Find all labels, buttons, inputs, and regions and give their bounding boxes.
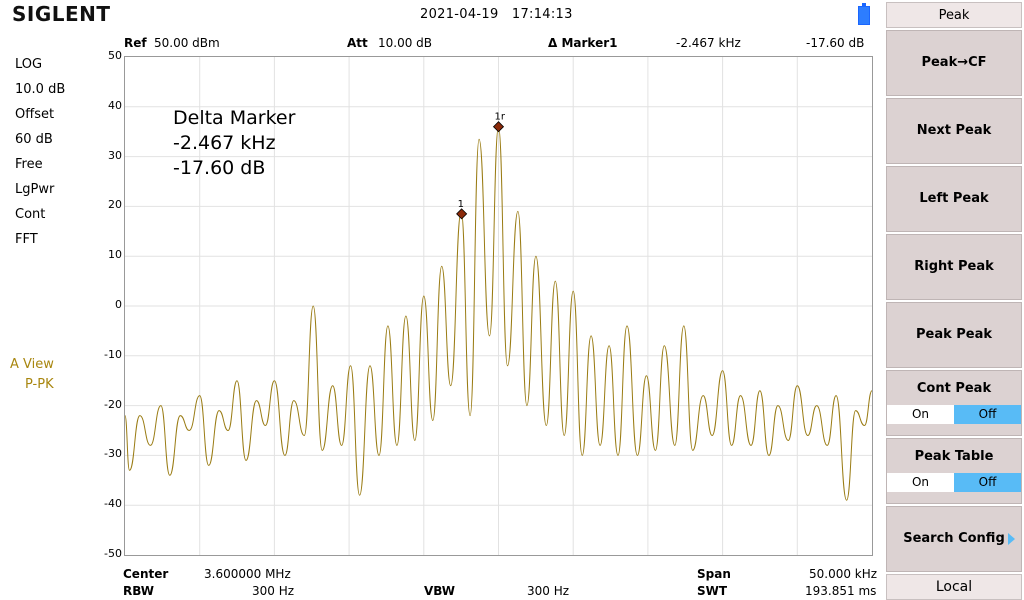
trigger-mode[interactable]: Free [15, 152, 65, 177]
peak-peak-button[interactable]: Peak Peak [886, 302, 1022, 368]
vbw-label: VBW [424, 584, 456, 598]
trace-info[interactable]: A View P-PK [10, 355, 54, 395]
y-tick-label: 40 [108, 98, 122, 112]
cont-peak-toggle[interactable]: On Off [887, 405, 1021, 424]
peak-to-cf-button[interactable]: Peak→CF [886, 30, 1022, 96]
offset-value[interactable]: 60 dB [15, 127, 65, 152]
local-button[interactable]: Local [886, 574, 1022, 600]
cont-peak-button[interactable]: Cont Peak On Off [886, 370, 1022, 436]
left-peak-label: Left Peak [919, 191, 989, 206]
cont-peak-on[interactable]: On [887, 405, 954, 424]
y-tick-label: 30 [108, 148, 122, 162]
peak-peak-label: Peak Peak [915, 327, 993, 342]
att-label: Att [347, 36, 368, 50]
marker-label: 1r [495, 112, 506, 123]
ref-value[interactable]: 50.00 dBm [154, 36, 220, 50]
marker-diamond-icon[interactable] [456, 208, 468, 220]
peak-table-on[interactable]: On [887, 473, 954, 492]
search-config-label: Search Config [903, 531, 1005, 546]
center-label: Center [123, 567, 169, 581]
trace-label: A View [10, 357, 54, 372]
left-peak-button[interactable]: Left Peak [886, 166, 1022, 232]
submenu-arrow-icon [1008, 533, 1015, 545]
peak-table-button[interactable]: Peak Table On Off [886, 438, 1022, 504]
scale-div[interactable]: 10.0 dB [15, 77, 65, 102]
swt-label: SWT [697, 584, 728, 598]
top-bar: SIGLENT 2021-04-19 17:14:13 [0, 0, 884, 30]
marker-freq: -2.467 kHz [676, 36, 741, 50]
offset-label: Offset [15, 107, 55, 122]
peak-to-cf-label: Peak→CF [921, 55, 987, 70]
softkey-panel: Peak Peak→CF Next Peak Left Peak Right P… [884, 0, 1024, 600]
next-peak-button[interactable]: Next Peak [886, 98, 1022, 164]
y-tick-label: -50 [104, 547, 122, 560]
rbw-value[interactable]: 300 Hz [252, 584, 294, 598]
peak-table-toggle[interactable]: On Off [887, 473, 1021, 492]
cont-peak-label: Cont Peak [916, 381, 992, 396]
span-value[interactable]: 50.000 kHz [809, 567, 877, 581]
y-tick-label: 0 [115, 298, 122, 311]
sweep-mode[interactable]: Cont [15, 202, 65, 227]
detector-type[interactable]: LgPwr [15, 177, 65, 202]
vbw-value[interactable]: 300 Hz [527, 584, 569, 598]
annotation-freq: -2.467 kHz [173, 132, 276, 154]
time: 17:14:13 [511, 7, 573, 22]
marker-amp: -17.60 dB [806, 36, 865, 50]
annotation-amp: -17.60 dB [173, 157, 266, 179]
y-tick-label: -40 [104, 497, 122, 511]
y-tick-label: 20 [108, 198, 122, 212]
y-tick-label: -30 [104, 447, 122, 461]
rbw-label: RBW [123, 584, 154, 598]
annotation-title: Delta Marker [173, 107, 296, 129]
swt-value[interactable]: 193.851 ms [805, 584, 876, 598]
left-info-panel: LOG 10.0 dB Offset 60 dB Free LgPwr Cont… [15, 52, 65, 252]
trace-mode: P-PK [25, 377, 54, 392]
y-tick-label: 10 [108, 248, 122, 262]
y-tick-label: -20 [104, 397, 122, 411]
att-value[interactable]: 10.00 dB [378, 36, 432, 50]
scale-type[interactable]: LOG [15, 52, 65, 77]
next-peak-label: Next Peak [916, 123, 992, 138]
span-label: Span [697, 567, 731, 581]
cont-peak-off[interactable]: Off [954, 405, 1021, 424]
y-tick-label: -10 [104, 347, 122, 361]
marker-label: 1 [458, 199, 464, 210]
date-time: 2021-04-19 17:14:13 [420, 7, 573, 22]
right-peak-button[interactable]: Right Peak [886, 234, 1022, 300]
bottom-bar: Center 3.600000 MHz RBW 300 Hz VBW 300 H… [0, 564, 884, 600]
peak-table-off[interactable]: Off [954, 473, 1021, 492]
softkey-menu-title: Peak [886, 2, 1022, 28]
marker-label: Δ Marker1 [548, 36, 618, 50]
ref-label: Ref [124, 36, 147, 50]
y-tick-label: 50 [108, 49, 122, 62]
battery-icon [858, 3, 870, 25]
search-config-button[interactable]: Search Config [886, 506, 1022, 572]
delta-marker-annotation: Delta Marker -2.467 kHz -17.60 dB [173, 106, 295, 181]
siglent-logo: SIGLENT [12, 2, 111, 26]
sweep-type[interactable]: FFT [15, 227, 65, 252]
peak-table-label: Peak Table [914, 449, 994, 464]
right-peak-label: Right Peak [914, 259, 994, 274]
marker-diamond-icon[interactable] [492, 121, 505, 133]
center-value[interactable]: 3.600000 MHz [204, 567, 291, 581]
date: 2021-04-19 [420, 7, 499, 22]
